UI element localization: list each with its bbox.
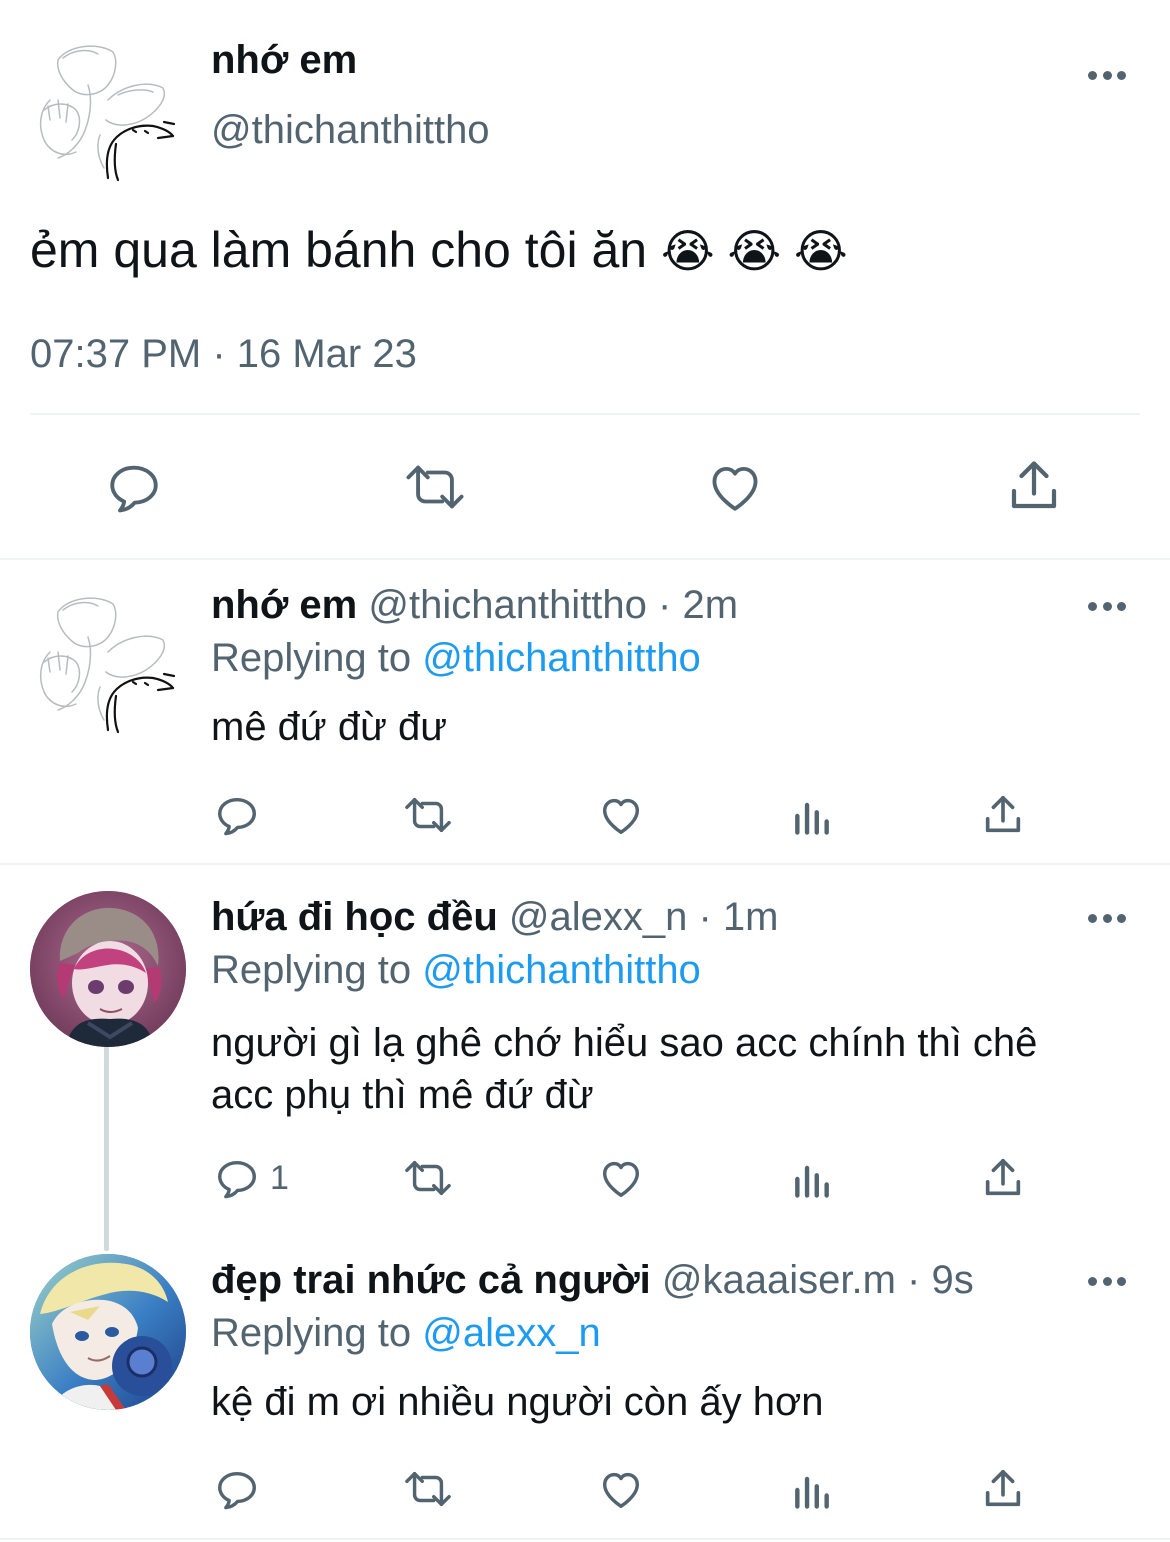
author-name[interactable]: nhớ em	[211, 583, 357, 627]
reply-button[interactable]	[214, 1466, 260, 1512]
author-handle[interactable]: @thichanthittho	[211, 108, 490, 153]
views-icon	[795, 802, 829, 835]
avatar[interactable]	[30, 891, 186, 1047]
more-icon[interactable]	[1088, 599, 1126, 613]
share-icon	[985, 1469, 1021, 1507]
reply-time[interactable]: · 1m	[699, 895, 779, 939]
retweet-icon	[405, 1471, 451, 1507]
retweet-icon	[406, 465, 464, 509]
author-handle[interactable]: @kaaaiser.m	[662, 1258, 896, 1302]
retweet-button[interactable]	[400, 1155, 456, 1201]
tweet-timestamp[interactable]: 07:37 PM · 16 Mar 23	[30, 332, 417, 377]
more-icon[interactable]	[1088, 68, 1126, 82]
reply-text: kệ đi m ơi nhiều người còn ấy hơn	[211, 1380, 824, 1424]
divider	[0, 558, 1170, 560]
retweet-icon	[405, 797, 451, 833]
like-button[interactable]	[597, 792, 645, 838]
replying-to: Replying to @alexx_n	[211, 1311, 601, 1356]
views-button[interactable]	[790, 794, 834, 838]
views-icon	[795, 1476, 829, 1509]
reply-header: hứa đi học đều @alexx_n · 1m	[211, 895, 779, 940]
share-icon	[985, 1158, 1021, 1196]
avatar[interactable]	[30, 1254, 186, 1410]
divider	[0, 863, 1170, 865]
like-button[interactable]	[597, 1466, 645, 1512]
reply-time[interactable]: · 2m	[658, 583, 738, 627]
like-icon	[602, 1161, 640, 1197]
author-name[interactable]: đẹp trai nhức cả người	[211, 1258, 651, 1302]
reply-text: mê đứ đừ đư	[211, 705, 447, 749]
like-icon	[602, 798, 640, 834]
divider	[0, 1538, 1170, 1540]
views-icon	[795, 1165, 829, 1198]
divider	[30, 413, 1140, 415]
like-icon	[712, 466, 758, 511]
views-button[interactable]	[790, 1157, 834, 1201]
reply-text-line: người gì lạ ghê chớ hiểu sao acc chính t…	[211, 1021, 1038, 1065]
reply-icon	[218, 1471, 256, 1510]
retweet-button[interactable]	[400, 458, 470, 516]
reply-button[interactable]	[104, 458, 164, 516]
share-button[interactable]	[980, 792, 1026, 838]
replying-to-label: Replying to	[211, 1311, 412, 1355]
replying-to-handle[interactable]: @thichanthittho	[422, 636, 701, 680]
retweet-icon	[405, 1160, 451, 1196]
crying-emoji: 😭 😭 😭	[660, 225, 848, 277]
reply-icon	[110, 465, 158, 513]
replying-to-handle[interactable]: @thichanthittho	[422, 948, 701, 992]
share-button[interactable]	[980, 1155, 1026, 1201]
reply-header: đẹp trai nhức cả người @kaaaiser.m · 9s	[211, 1258, 974, 1303]
share-button[interactable]	[1004, 456, 1064, 516]
reply-time[interactable]: · 9s	[907, 1258, 974, 1302]
more-icon[interactable]	[1088, 911, 1126, 925]
replying-to-label: Replying to	[211, 948, 412, 992]
like-icon	[602, 1472, 640, 1508]
thread-line	[104, 1046, 109, 1251]
reply-count: 1	[270, 1158, 289, 1197]
views-button[interactable]	[790, 1468, 834, 1512]
author-name[interactable]: hứa đi học đều	[211, 895, 498, 939]
avatar[interactable]	[28, 40, 178, 185]
retweet-button[interactable]	[400, 1466, 456, 1512]
share-icon	[1011, 461, 1057, 509]
reply-header: nhớ em @thichanthittho · 2m	[211, 583, 738, 628]
like-button[interactable]	[704, 458, 766, 516]
tweet-text: ẻm qua làm bánh cho tôi ăn 😭 😭 😭	[30, 220, 848, 281]
reply-icon	[218, 1160, 256, 1199]
avatar[interactable]	[28, 592, 178, 737]
share-icon	[985, 795, 1021, 833]
replying-to-label: Replying to	[211, 636, 412, 680]
share-button[interactable]	[980, 1466, 1026, 1512]
author-name[interactable]: nhớ em	[211, 38, 357, 83]
reply-icon	[218, 797, 256, 836]
reply-text-line: acc phụ thì mê đứ đừ	[211, 1073, 594, 1117]
replying-to: Replying to @thichanthittho	[211, 948, 701, 993]
retweet-button[interactable]	[400, 792, 456, 838]
author-handle[interactable]: @alexx_n	[509, 895, 687, 939]
reply-button[interactable]	[214, 792, 260, 838]
reply-button[interactable]: 1	[214, 1155, 289, 1201]
author-handle[interactable]: @thichanthittho	[368, 583, 647, 627]
replying-to: Replying to @thichanthittho	[211, 636, 701, 681]
tweet-text-body: ẻm qua làm bánh cho tôi ăn	[30, 222, 648, 278]
replying-to-handle[interactable]: @alexx_n	[422, 1311, 600, 1355]
like-button[interactable]	[597, 1155, 645, 1201]
more-icon[interactable]	[1088, 1274, 1126, 1288]
reply-text: người gì lạ ghê chớ hiểu sao acc chính t…	[211, 1017, 1037, 1121]
